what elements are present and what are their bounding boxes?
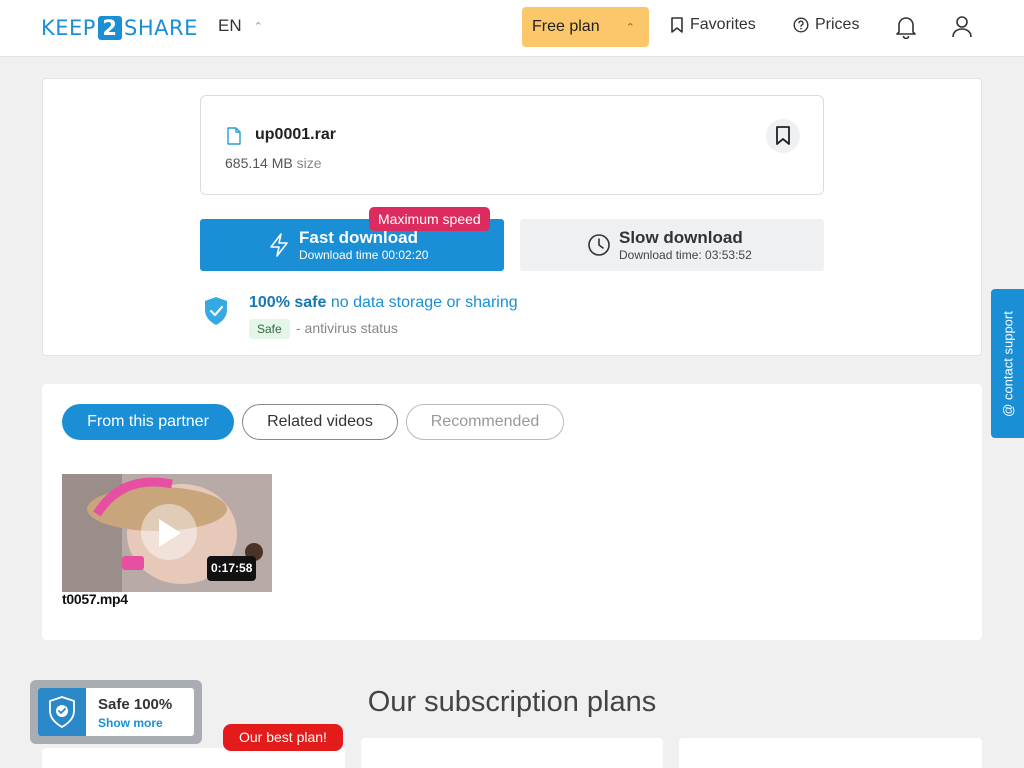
plan-card[interactable] — [361, 738, 663, 768]
contact-support-tab[interactable]: @ contact support — [991, 289, 1024, 438]
shield-check-icon — [49, 696, 75, 728]
video-title[interactable]: t0057.mp4 — [62, 591, 128, 607]
shield-check-icon — [205, 297, 227, 325]
contact-support-label: @ contact support — [1000, 310, 1015, 417]
file-size-unit: size — [296, 155, 322, 171]
safe-bold-text: 100% safe — [249, 294, 327, 311]
favorites-label: Favorites — [690, 16, 756, 33]
bookmark-icon — [776, 126, 790, 145]
safe-widget-body: Safe 100% Show more — [38, 688, 194, 736]
fast-download-title: Fast download — [299, 228, 418, 247]
fast-download-time: Download time 00:02:20 — [299, 248, 429, 262]
file-name: up0001.rar — [255, 126, 336, 143]
plan-card[interactable] — [42, 748, 345, 768]
bookmark-icon — [671, 17, 683, 33]
tab-related-videos[interactable]: Related videos — [242, 404, 398, 440]
logo-text-left: KEEP — [41, 16, 96, 40]
file-size: 685.14 MB size — [225, 155, 322, 171]
safe-widget-title: Safe 100% — [98, 696, 173, 713]
plan-label: Free plan — [532, 18, 600, 35]
chevron-up-icon: ⌃ — [253, 20, 263, 33]
language-selector[interactable]: EN ⌃ — [218, 16, 263, 36]
logo-text-right: SHARE — [123, 16, 198, 40]
file-size-value: 685.14 MB — [225, 155, 293, 171]
tab-recommended[interactable]: Recommended — [406, 404, 564, 440]
file-info-box — [200, 95, 824, 195]
clock-icon — [588, 234, 610, 256]
antivirus-status-text: - antivirus status — [296, 320, 398, 336]
slow-download-time: Download time: 03:53:52 — [619, 248, 752, 262]
plan-card[interactable] — [679, 738, 982, 768]
best-plan-badge: Our best plan! — [223, 724, 343, 751]
chevron-up-icon: ⌃ — [625, 21, 635, 34]
safe-rest-text: no data storage or sharing — [330, 294, 518, 311]
safe-widget-icon-box — [38, 688, 86, 736]
keep2share-logo[interactable]: KEEP 2 SHARE — [41, 16, 198, 40]
tab-from-this-partner[interactable]: From this partner — [62, 404, 234, 440]
free-plan-button[interactable]: Free plan ⌃ — [522, 7, 649, 47]
top-header: KEEP 2 SHARE EN ⌃ Free plan ⌃ Favorites … — [0, 0, 1024, 57]
safe-statement: 100% safe no data storage or sharing — [249, 294, 518, 312]
bell-icon[interactable] — [895, 15, 917, 39]
safe-widget[interactable]: Safe 100% Show more — [30, 680, 202, 744]
user-icon[interactable] — [951, 15, 973, 39]
file-icon — [227, 127, 241, 145]
video-duration: 0:17:58 — [207, 556, 257, 581]
lightning-icon — [270, 233, 288, 257]
prices-link[interactable]: Prices — [793, 16, 859, 34]
antivirus-safe-tag: Safe — [249, 319, 290, 339]
language-label: EN — [218, 16, 242, 35]
slow-download-title: Slow download — [619, 228, 743, 247]
maximum-speed-badge: Maximum speed — [369, 207, 490, 231]
play-icon — [159, 519, 181, 547]
favorites-link[interactable]: Favorites — [670, 16, 756, 34]
safe-widget-show-more[interactable]: Show more — [98, 716, 163, 730]
prices-label: Prices — [815, 16, 860, 33]
logo-text-mid: 2 — [97, 16, 122, 40]
help-circle-icon — [793, 17, 809, 33]
add-to-favorites-button[interactable] — [766, 119, 800, 153]
slow-download-button[interactable]: Slow download Download time: 03:53:52 — [520, 219, 824, 271]
